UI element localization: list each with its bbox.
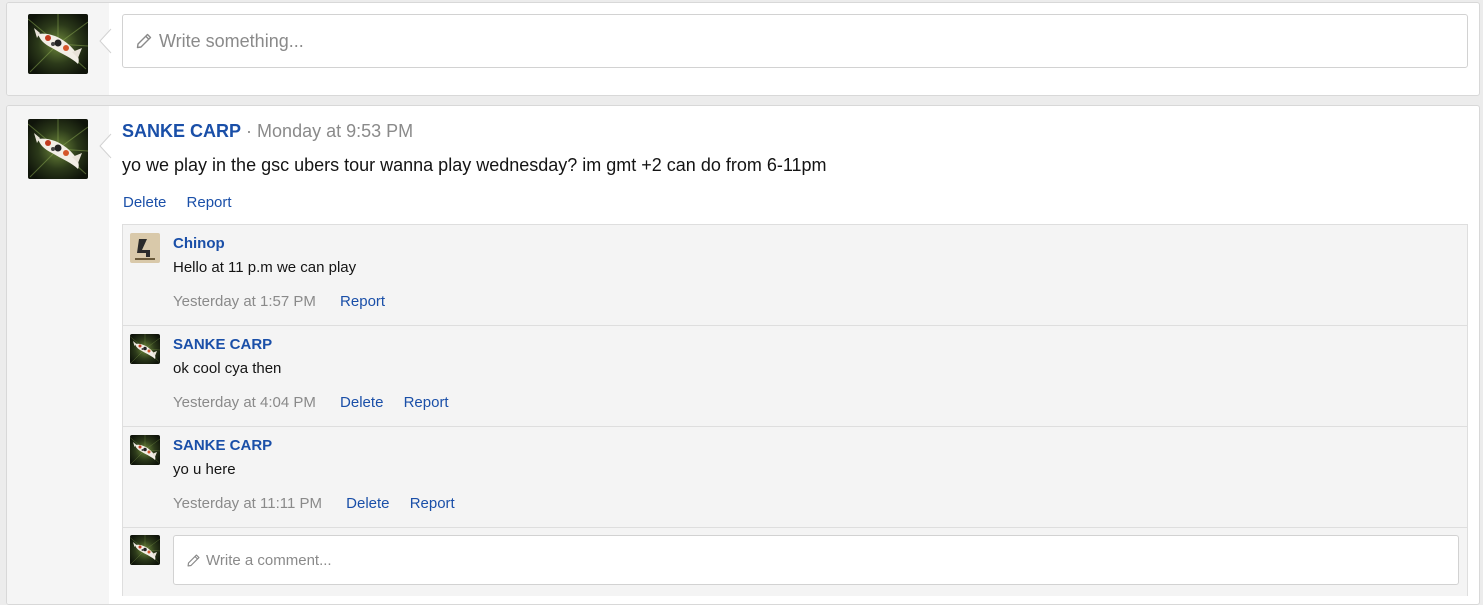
post-author-link[interactable]: SANKE CARP [122, 121, 241, 141]
post-gutter [7, 106, 109, 604]
comment-item: Chinop Hello at 11 p.m we can play Yeste… [123, 225, 1467, 326]
comment-actions: Yesterday at 4:04 PM Delete Report [173, 394, 465, 411]
post-author-avatar[interactable] [28, 119, 88, 179]
comment-timestamp[interactable]: Yesterday at 11:11 PM [173, 495, 322, 512]
post-separator: · [246, 121, 253, 141]
comment-avatar[interactable] [130, 435, 160, 465]
comment-input[interactable]: Write a comment... [173, 535, 1459, 585]
comment-author-link[interactable]: Chinop [173, 235, 225, 252]
post-timestamp[interactable]: Monday at 9:53 PM [257, 121, 413, 141]
comment-item: SANKE CARP yo u here Yesterday at 11:11 … [123, 427, 1467, 528]
comment-text: ok cool cya then [173, 360, 282, 377]
composer-caret [99, 28, 112, 54]
comment-delete-link[interactable]: Delete [340, 394, 383, 411]
comment-item: SANKE CARP ok cool cya then Yesterday at… [123, 326, 1467, 427]
comment-input-placeholder: Write a comment... [206, 551, 332, 569]
comment-report-link[interactable]: Report [410, 495, 455, 512]
post-caret [99, 133, 112, 159]
comment-text: Hello at 11 p.m we can play [173, 259, 357, 276]
status-composer: Write something... [6, 2, 1480, 96]
comment-author-link[interactable]: SANKE CARP [173, 437, 272, 454]
comment-text: yo u here [173, 461, 236, 478]
comment-list: Chinop Hello at 11 p.m we can play Yeste… [122, 224, 1468, 596]
comment-actions: Yesterday at 1:57 PM Report [173, 293, 401, 310]
post-actions: Delete Report [123, 194, 248, 211]
comment-actions: Yesterday at 11:11 PM Delete Report [173, 495, 471, 512]
reply-avatar [130, 535, 160, 565]
status-input-placeholder: Write something... [159, 30, 304, 51]
profile-post: SANKE CARP · Monday at 9:53 PM yo we pla… [6, 105, 1480, 605]
comment-timestamp[interactable]: Yesterday at 1:57 PM [173, 293, 316, 310]
pencil-icon [186, 553, 201, 568]
status-input[interactable]: Write something... [122, 14, 1468, 68]
composer-avatar[interactable] [28, 14, 88, 74]
comment-delete-link[interactable]: Delete [346, 495, 389, 512]
comment-author-link[interactable]: SANKE CARP [173, 336, 272, 353]
post-delete-link[interactable]: Delete [123, 194, 166, 211]
post-report-link[interactable]: Report [187, 194, 232, 211]
comment-report-link[interactable]: Report [340, 293, 385, 310]
pencil-icon [135, 32, 153, 50]
post-header: SANKE CARP · Monday at 9:53 PM [122, 121, 413, 142]
comment-avatar[interactable] [130, 233, 160, 263]
post-message: yo we play in the gsc ubers tour wanna p… [122, 155, 827, 175]
comment-report-link[interactable]: Report [404, 394, 449, 411]
comment-avatar[interactable] [130, 334, 160, 364]
comment-timestamp[interactable]: Yesterday at 4:04 PM [173, 394, 316, 411]
